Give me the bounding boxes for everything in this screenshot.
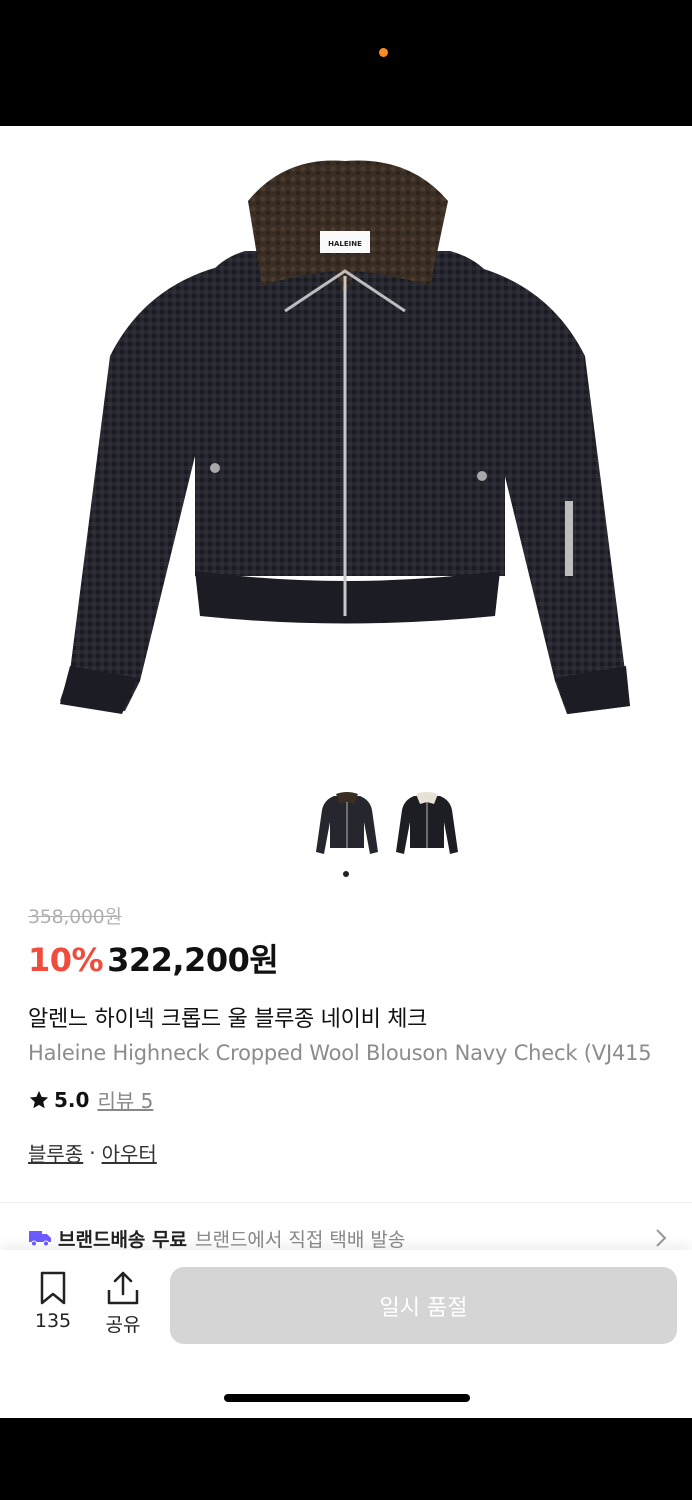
delivery-free-label: 브랜드배송 무료	[58, 1228, 187, 1251]
original-price: 358,000원	[28, 906, 122, 928]
discount-rate: 10%	[28, 941, 104, 979]
share-label: 공유	[105, 1314, 141, 1336]
truck-icon	[29, 1231, 51, 1247]
category-breadcrumb: 블루종 · 아우터	[28, 1138, 692, 1167]
category-separator: ·	[89, 1140, 96, 1165]
thumbnail-jacket-cream-collar[interactable]	[392, 790, 462, 860]
product-info: 358,000원 10% 322,200원 알렌느 하이넥 크롭드 울 블루종 …	[28, 902, 692, 1167]
carousel-page-indicator	[343, 871, 349, 877]
jacket-illustration: HALEINE	[60, 160, 630, 714]
rating-row: 5.0 리뷰 5	[28, 1085, 692, 1114]
star-icon	[29, 1090, 49, 1108]
save-count: 135	[34, 1310, 72, 1332]
product-name-english: Haleine Highneck Cropped Wool Blouson Na…	[28, 1041, 652, 1065]
save-button[interactable]: 135	[25, 1270, 81, 1332]
rating-value: 5.0	[54, 1087, 90, 1112]
delivery-description: 브랜드에서 직접 택배 발송	[194, 1228, 406, 1251]
brand-label-text: HALEINE	[328, 240, 362, 248]
chevron-right-icon	[656, 1229, 667, 1247]
bottom-action-bar: 135 공유 일시 품절	[0, 1250, 692, 1418]
section-divider	[0, 1202, 692, 1203]
category-link-outer[interactable]: 아우터	[102, 1138, 157, 1167]
status-bar	[0, 0, 692, 126]
thumbnail-strip	[0, 790, 692, 870]
bottom-bezel	[0, 1418, 692, 1500]
sale-price: 322,200원	[107, 941, 279, 979]
price-row: 10% 322,200원	[28, 935, 692, 981]
home-indicator[interactable]	[224, 1394, 470, 1402]
bookmark-icon	[40, 1271, 66, 1305]
thumbnail-navy-jacket[interactable]	[312, 790, 382, 860]
recording-indicator-dot	[379, 48, 388, 57]
category-link-blouson[interactable]: 블루종	[28, 1138, 83, 1167]
sold-out-button[interactable]: 일시 품절	[170, 1267, 677, 1344]
product-name-korean: 알렌느 하이넥 크롭드 울 블루종 네이비 체크	[28, 1007, 428, 1032]
share-button[interactable]: 공유	[95, 1270, 151, 1337]
share-icon	[107, 1271, 139, 1305]
product-detail-screen: HALEINE 358,000원 10% 322,200원 알렌느 하이넥 크롭…	[0, 126, 692, 1418]
product-hero-image[interactable]: HALEINE	[0, 126, 692, 766]
review-link[interactable]: 리뷰 5	[97, 1085, 153, 1114]
